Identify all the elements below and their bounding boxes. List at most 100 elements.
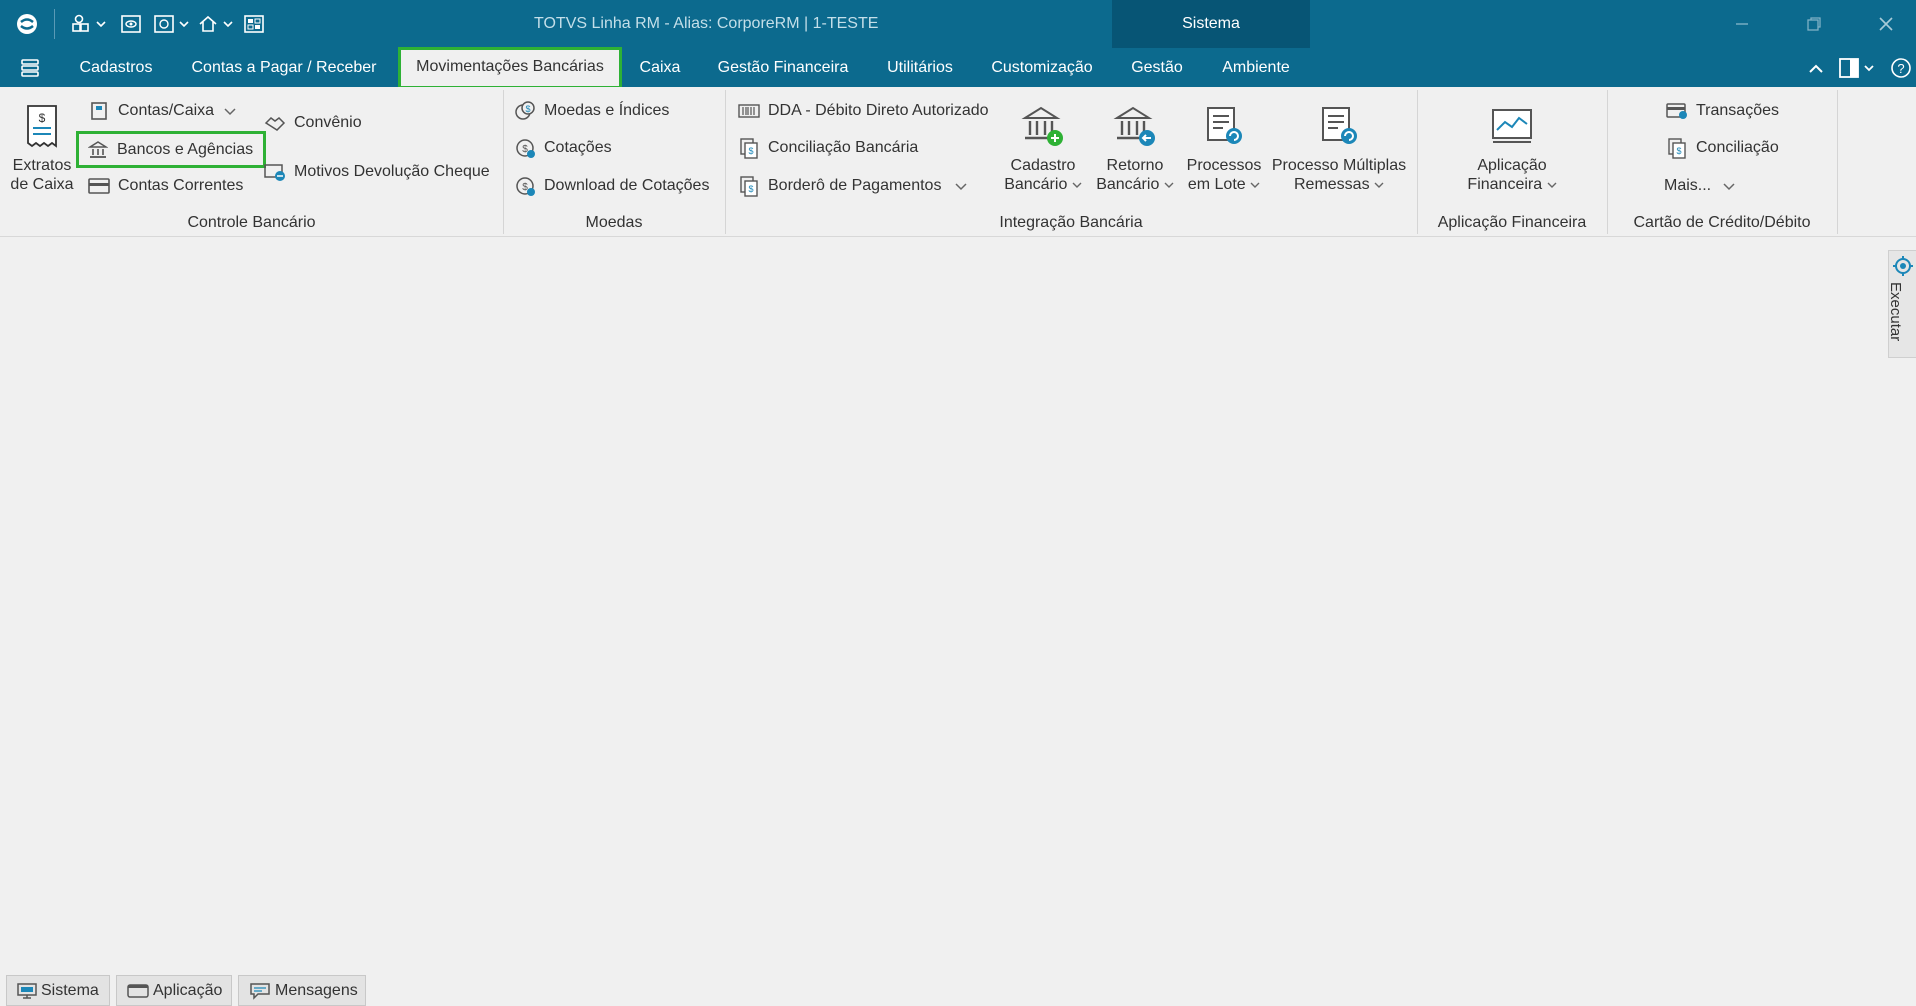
processos-em-lote-label-2: em Lote <box>1187 176 1246 193</box>
convenio-label: Convênio <box>294 114 362 131</box>
contas-caixa-button[interactable]: Contas/Caixa <box>88 96 236 126</box>
coin-chart-icon: $ <box>514 137 536 159</box>
svg-text:$: $ <box>525 104 530 114</box>
download-cotacoes-button[interactable]: $ Download de Cotações <box>514 171 709 201</box>
chevron-down-icon <box>1723 181 1735 191</box>
processo-multiplas-remessas-button[interactable]: Processo Múltiplas Remessas <box>1270 100 1408 194</box>
svg-text:?: ? <box>1897 61 1904 76</box>
motivos-devolucao-button[interactable]: Motivos Devolução Cheque <box>264 157 490 187</box>
card-icon <box>88 175 110 197</box>
view-icon[interactable] <box>111 0 151 48</box>
processos-em-lote-button[interactable]: Processos em Lote <box>1184 100 1264 194</box>
tab-utilitarios[interactable]: Utilitários <box>872 48 968 87</box>
retorno-bancario-button[interactable]: Retorno Bancário <box>1092 100 1178 194</box>
moedas-indices-label: Moedas e Índices <box>544 102 670 119</box>
message-icon <box>249 982 271 1000</box>
aplicacao-financeira-label-1: Aplicação <box>1477 157 1547 174</box>
processo-multiplas-label-1: Processo Múltiplas <box>1271 157 1407 174</box>
home-icon[interactable] <box>195 0 239 48</box>
collapse-ribbon-icon[interactable] <box>1804 62 1828 74</box>
help-icon[interactable]: ? <box>1886 57 1916 79</box>
app-logo-icon[interactable] <box>12 0 42 48</box>
cadastro-bancario-label-1: Cadastro <box>1010 157 1076 174</box>
bancos-agencias-button[interactable]: Bancos e Agências <box>76 131 267 168</box>
chevron-down-icon <box>224 106 236 116</box>
mais-button[interactable]: Mais... <box>1664 171 1735 201</box>
refresh-icon[interactable] <box>151 0 195 48</box>
cadastro-bancario-button[interactable]: Cadastro Bancário <box>1000 100 1086 194</box>
aplicacao-financeira-button[interactable]: Aplicação Financeira <box>1440 100 1584 194</box>
dda-label: DDA - Débito Direto Autorizado <box>768 102 989 119</box>
cotacoes-label: Cotações <box>544 139 612 156</box>
contas-correntes-button[interactable]: Contas Correntes <box>88 171 243 201</box>
multiple-remittance-icon <box>1317 100 1361 152</box>
batch-process-icon <box>1202 100 1246 152</box>
dashboard-icon[interactable] <box>239 0 269 48</box>
bank-return-icon <box>1113 100 1157 152</box>
tab-caixa[interactable]: Caixa <box>628 48 692 87</box>
convenio-button[interactable]: Convênio <box>264 108 362 138</box>
restore-icon[interactable] <box>1784 0 1844 48</box>
tab-gestao-financeira[interactable]: Gestão Financeira <box>706 48 860 87</box>
bank-add-icon <box>1021 100 1065 152</box>
tab-movimentacoes-bancarias[interactable]: Movimentações Bancárias <box>398 47 622 89</box>
processo-multiplas-label-2: Remessas <box>1293 176 1370 193</box>
chevron-down-icon <box>1072 182 1082 188</box>
chevron-down-icon <box>1250 182 1260 188</box>
cheque-return-icon <box>264 161 286 183</box>
title-bar <box>0 0 1916 48</box>
qa-separator <box>54 9 55 39</box>
cash-register-icon <box>88 100 110 122</box>
tab-cadastros[interactable]: Cadastros <box>64 48 168 87</box>
bordero-pagamentos-button[interactable]: $ Borderô de Pagamentos <box>738 171 967 201</box>
coin-download-icon: $ <box>514 175 536 197</box>
retorno-bancario-label-2: Bancário <box>1096 176 1160 193</box>
chevron-down-icon <box>955 181 967 191</box>
tab-customizacao[interactable]: Customização <box>980 48 1104 87</box>
documents-icon: $ <box>738 137 760 159</box>
cartao-conciliacao-button[interactable]: $ Conciliação <box>1666 133 1779 163</box>
group-label-moedas: Moedas <box>585 214 643 231</box>
group-separator <box>1837 90 1838 234</box>
coins-icon: $ <box>514 100 536 122</box>
chevron-down-icon <box>1547 182 1557 188</box>
bottom-tab-mensagens[interactable]: Mensagens <box>238 975 366 1006</box>
tab-contas-pagar-receber[interactable]: Contas a Pagar / Receber <box>176 48 392 87</box>
cadastro-bancario-label-2: Bancário <box>1004 176 1068 193</box>
layout-icon[interactable] <box>1836 57 1880 79</box>
extratos-de-caixa-button[interactable]: $ Extratos de Caixa <box>6 100 78 194</box>
svg-text:$: $ <box>748 146 753 156</box>
tab-gestao[interactable]: Gestão <box>1116 48 1198 87</box>
window-icon <box>127 982 149 1000</box>
tab-ambiente[interactable]: Ambiente <box>1208 48 1304 87</box>
bottom-tab-sistema[interactable]: Sistema <box>6 975 110 1006</box>
moedas-indices-button[interactable]: $ Moedas e Índices <box>514 96 669 126</box>
gear-icon <box>1893 256 1913 276</box>
svg-text:$: $ <box>748 184 753 194</box>
conciliacao-bancaria-button[interactable]: $ Conciliação Bancária <box>738 133 918 163</box>
transacoes-button[interactable]: Transações <box>1666 96 1779 126</box>
minimize-icon[interactable] <box>1712 0 1772 48</box>
svg-text:$: $ <box>39 111 46 125</box>
svg-text:$: $ <box>1676 146 1681 156</box>
contas-correntes-label: Contas Correntes <box>118 177 244 194</box>
motivos-devolucao-label: Motivos Devolução Cheque <box>294 163 490 180</box>
bottom-tab-sistema-label: Sistema <box>41 981 99 999</box>
close-icon[interactable] <box>1856 0 1916 48</box>
app-menu-icon[interactable] <box>14 48 46 87</box>
receipt-icon: $ <box>25 100 59 152</box>
retorno-bancario-label-1: Retorno <box>1106 157 1164 174</box>
users-icon[interactable] <box>67 0 111 48</box>
bottom-tab-aplicacao[interactable]: Aplicação <box>116 975 232 1006</box>
executar-label[interactable]: Executar <box>1887 282 1904 341</box>
bancos-agencias-label: Bancos e Agências <box>117 140 254 158</box>
dda-button[interactable]: DDA - Débito Direto Autorizado <box>738 96 989 126</box>
cotacoes-button[interactable]: $ Cotações <box>514 133 612 163</box>
window-title: TOTVS Linha RM - Alias: CorporeRM | 1-TE… <box>534 15 879 32</box>
sistema-title[interactable]: Sistema <box>1112 0 1310 48</box>
mais-label: Mais... <box>1664 177 1712 194</box>
conciliacao-bancaria-label: Conciliação Bancária <box>768 139 919 156</box>
chevron-down-icon <box>1164 182 1174 188</box>
bottom-tab-mensagens-label: Mensagens <box>275 981 358 999</box>
cartao-conciliacao-label: Conciliação <box>1696 139 1779 156</box>
